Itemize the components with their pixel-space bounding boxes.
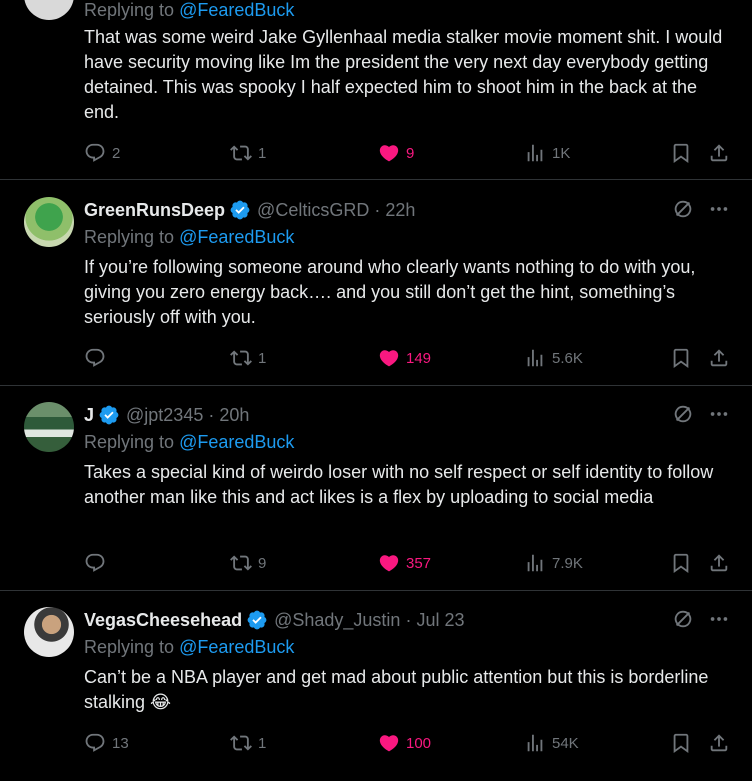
views-button[interactable]: 5.6K bbox=[524, 343, 583, 373]
tweet-card[interactable]: Replying to @FearedBuck That was some we… bbox=[0, 0, 752, 180]
bookmark-button[interactable] bbox=[670, 343, 692, 373]
share-icon bbox=[708, 552, 730, 574]
timestamp[interactable]: Jul 23 bbox=[416, 610, 464, 631]
tweet-text: Can’t be a NBA player and get mad about … bbox=[84, 667, 709, 712]
share-button[interactable] bbox=[708, 343, 730, 373]
like-button[interactable]: 357 bbox=[378, 548, 431, 578]
share-button[interactable] bbox=[708, 138, 730, 168]
heart-icon bbox=[378, 732, 400, 754]
bookmark-icon bbox=[670, 142, 692, 164]
tweet-header: J @jpt2345 · 20h bbox=[84, 403, 249, 427]
separator-dot: · bbox=[208, 404, 215, 425]
action-bar: 9 357 7.9K bbox=[0, 548, 752, 578]
heart-icon bbox=[378, 142, 400, 164]
display-name[interactable]: VegasCheesehead bbox=[84, 610, 242, 631]
bookmark-button[interactable] bbox=[670, 138, 692, 168]
replying-to: Replying to @FearedBuck bbox=[84, 432, 295, 452]
heart-icon bbox=[378, 552, 400, 574]
avatar[interactable] bbox=[24, 402, 74, 452]
retweet-icon bbox=[230, 142, 252, 164]
separator-dot: · bbox=[405, 609, 412, 630]
mention-link[interactable]: @FearedBuck bbox=[179, 227, 294, 247]
tweet-card[interactable]: GreenRunsDeep @CelticsGRD · 22h Replying… bbox=[0, 181, 752, 386]
share-icon bbox=[708, 347, 730, 369]
handle[interactable]: @jpt2345 bbox=[126, 405, 203, 426]
more-icon[interactable] bbox=[708, 198, 730, 220]
views-button[interactable]: 54K bbox=[524, 728, 579, 758]
action-bar: 2 1 9 1K bbox=[0, 138, 752, 168]
verified-badge-icon bbox=[246, 609, 268, 631]
more-icon[interactable] bbox=[708, 608, 730, 630]
verified-badge-icon bbox=[98, 404, 120, 426]
tweet-top-actions bbox=[672, 198, 730, 220]
tweet-card[interactable]: VegasCheesehead @Shady_Justin · Jul 23 R… bbox=[0, 591, 752, 781]
replying-to: Replying to @FearedBuck bbox=[84, 227, 295, 247]
tweet-text: That was some weird Jake Gyllenhaal medi… bbox=[84, 27, 723, 122]
grok-icon[interactable] bbox=[672, 198, 694, 220]
avatar[interactable] bbox=[24, 197, 74, 247]
views-icon bbox=[524, 142, 546, 164]
replying-to: Replying to @FearedBuck bbox=[84, 0, 295, 20]
mention-link[interactable]: @FearedBuck bbox=[179, 432, 294, 452]
views-icon bbox=[524, 552, 546, 574]
handle[interactable]: @Shady_Justin bbox=[274, 610, 400, 631]
bookmark-icon bbox=[670, 347, 692, 369]
more-icon[interactable] bbox=[708, 403, 730, 425]
grok-icon[interactable] bbox=[672, 608, 694, 630]
share-button[interactable] bbox=[708, 548, 730, 578]
retweet-button[interactable]: 1 bbox=[230, 138, 266, 168]
avatar[interactable] bbox=[24, 0, 74, 20]
views-icon bbox=[524, 732, 546, 754]
action-bar: 1 149 5.6K bbox=[0, 343, 752, 373]
separator-dot: · bbox=[374, 199, 381, 220]
timestamp[interactable]: 20h bbox=[219, 405, 249, 426]
mention-link[interactable]: @FearedBuck bbox=[179, 637, 294, 657]
share-icon bbox=[708, 142, 730, 164]
reply-button[interactable]: 13 bbox=[84, 728, 129, 758]
views-button[interactable]: 7.9K bbox=[524, 548, 583, 578]
timestamp[interactable]: 22h bbox=[385, 200, 415, 221]
bookmark-icon bbox=[670, 732, 692, 754]
display-name[interactable]: J bbox=[84, 405, 94, 426]
avatar[interactable] bbox=[24, 607, 74, 657]
share-icon bbox=[708, 732, 730, 754]
retweet-icon bbox=[230, 732, 252, 754]
views-button[interactable]: 1K bbox=[524, 138, 570, 168]
tweet-header: GreenRunsDeep @CelticsGRD · 22h bbox=[84, 198, 415, 222]
reply-button[interactable]: 2 bbox=[84, 138, 120, 168]
handle[interactable]: @CelticsGRD bbox=[257, 200, 369, 221]
retweet-button[interactable]: 1 bbox=[230, 728, 266, 758]
like-button[interactable]: 149 bbox=[378, 343, 431, 373]
reply-icon bbox=[84, 142, 106, 164]
heart-icon bbox=[378, 347, 400, 369]
bookmark-button[interactable] bbox=[670, 548, 692, 578]
reply-button[interactable] bbox=[84, 548, 112, 578]
retweet-icon bbox=[230, 347, 252, 369]
tweet-card[interactable]: J @jpt2345 · 20h Replying to @FearedBuck… bbox=[0, 386, 752, 591]
like-button[interactable]: 9 bbox=[378, 138, 414, 168]
tweet-top-actions bbox=[672, 608, 730, 630]
tweet-text: If you’re following someone around who c… bbox=[84, 257, 696, 327]
action-bar: 13 1 100 54K bbox=[0, 728, 752, 758]
reply-icon bbox=[84, 732, 106, 754]
bookmark-button[interactable] bbox=[670, 728, 692, 758]
bookmark-icon bbox=[670, 552, 692, 574]
mention-link[interactable]: @FearedBuck bbox=[179, 0, 294, 20]
verified-badge-icon bbox=[229, 199, 251, 221]
tweet-header: VegasCheesehead @Shady_Justin · Jul 23 bbox=[84, 608, 464, 632]
replying-to: Replying to @FearedBuck bbox=[84, 637, 295, 657]
retweet-icon bbox=[230, 552, 252, 574]
like-button[interactable]: 100 bbox=[378, 728, 431, 758]
reply-icon bbox=[84, 552, 106, 574]
reply-button[interactable] bbox=[84, 343, 112, 373]
retweet-button[interactable]: 1 bbox=[230, 343, 266, 373]
tweet-top-actions bbox=[672, 403, 730, 425]
tweet-text: Takes a special kind of weirdo loser wit… bbox=[84, 462, 714, 507]
share-button[interactable] bbox=[708, 728, 730, 758]
views-icon bbox=[524, 347, 546, 369]
display-name[interactable]: GreenRunsDeep bbox=[84, 200, 225, 221]
grok-icon[interactable] bbox=[672, 403, 694, 425]
reply-icon bbox=[84, 347, 106, 369]
retweet-button[interactable]: 9 bbox=[230, 548, 266, 578]
